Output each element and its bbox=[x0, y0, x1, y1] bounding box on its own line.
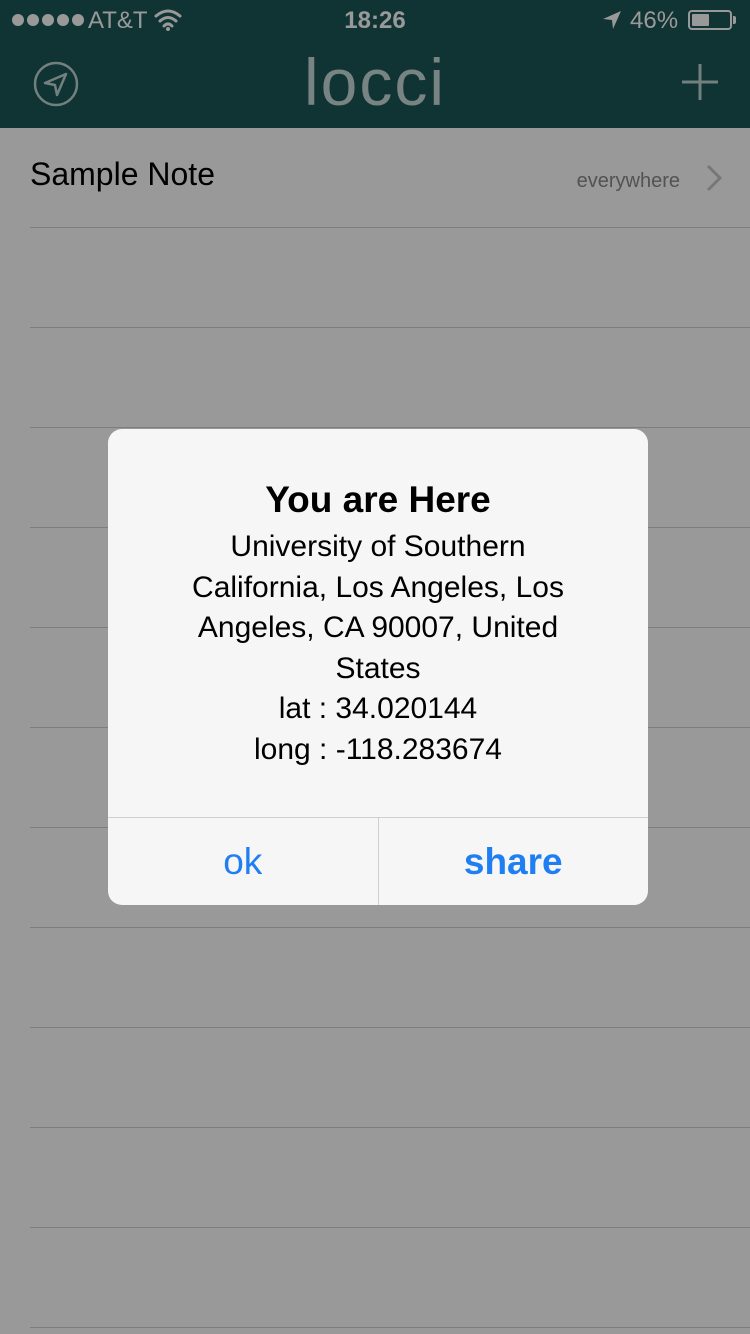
alert-message: University of Southern California, Los A… bbox=[148, 527, 608, 770]
alert-message-line: Angeles, CA 90007, United bbox=[197, 611, 559, 644]
alert-message-line: States bbox=[335, 651, 421, 685]
alert-message-line: University of Southern bbox=[230, 530, 526, 563]
share-button[interactable]: share bbox=[377, 818, 649, 905]
alert-title: You are Here bbox=[265, 479, 491, 520]
ok-button[interactable]: ok bbox=[108, 818, 378, 905]
alert-message-line: California, Los Angeles, Los bbox=[192, 570, 564, 604]
location-alert: You are Here University of Southern Cali… bbox=[108, 429, 648, 905]
alert-longitude: long : -118.283674 bbox=[254, 732, 502, 766]
alert-latitude: lat : 34.020144 bbox=[278, 692, 478, 725]
alert-actions: ok share bbox=[108, 817, 648, 905]
